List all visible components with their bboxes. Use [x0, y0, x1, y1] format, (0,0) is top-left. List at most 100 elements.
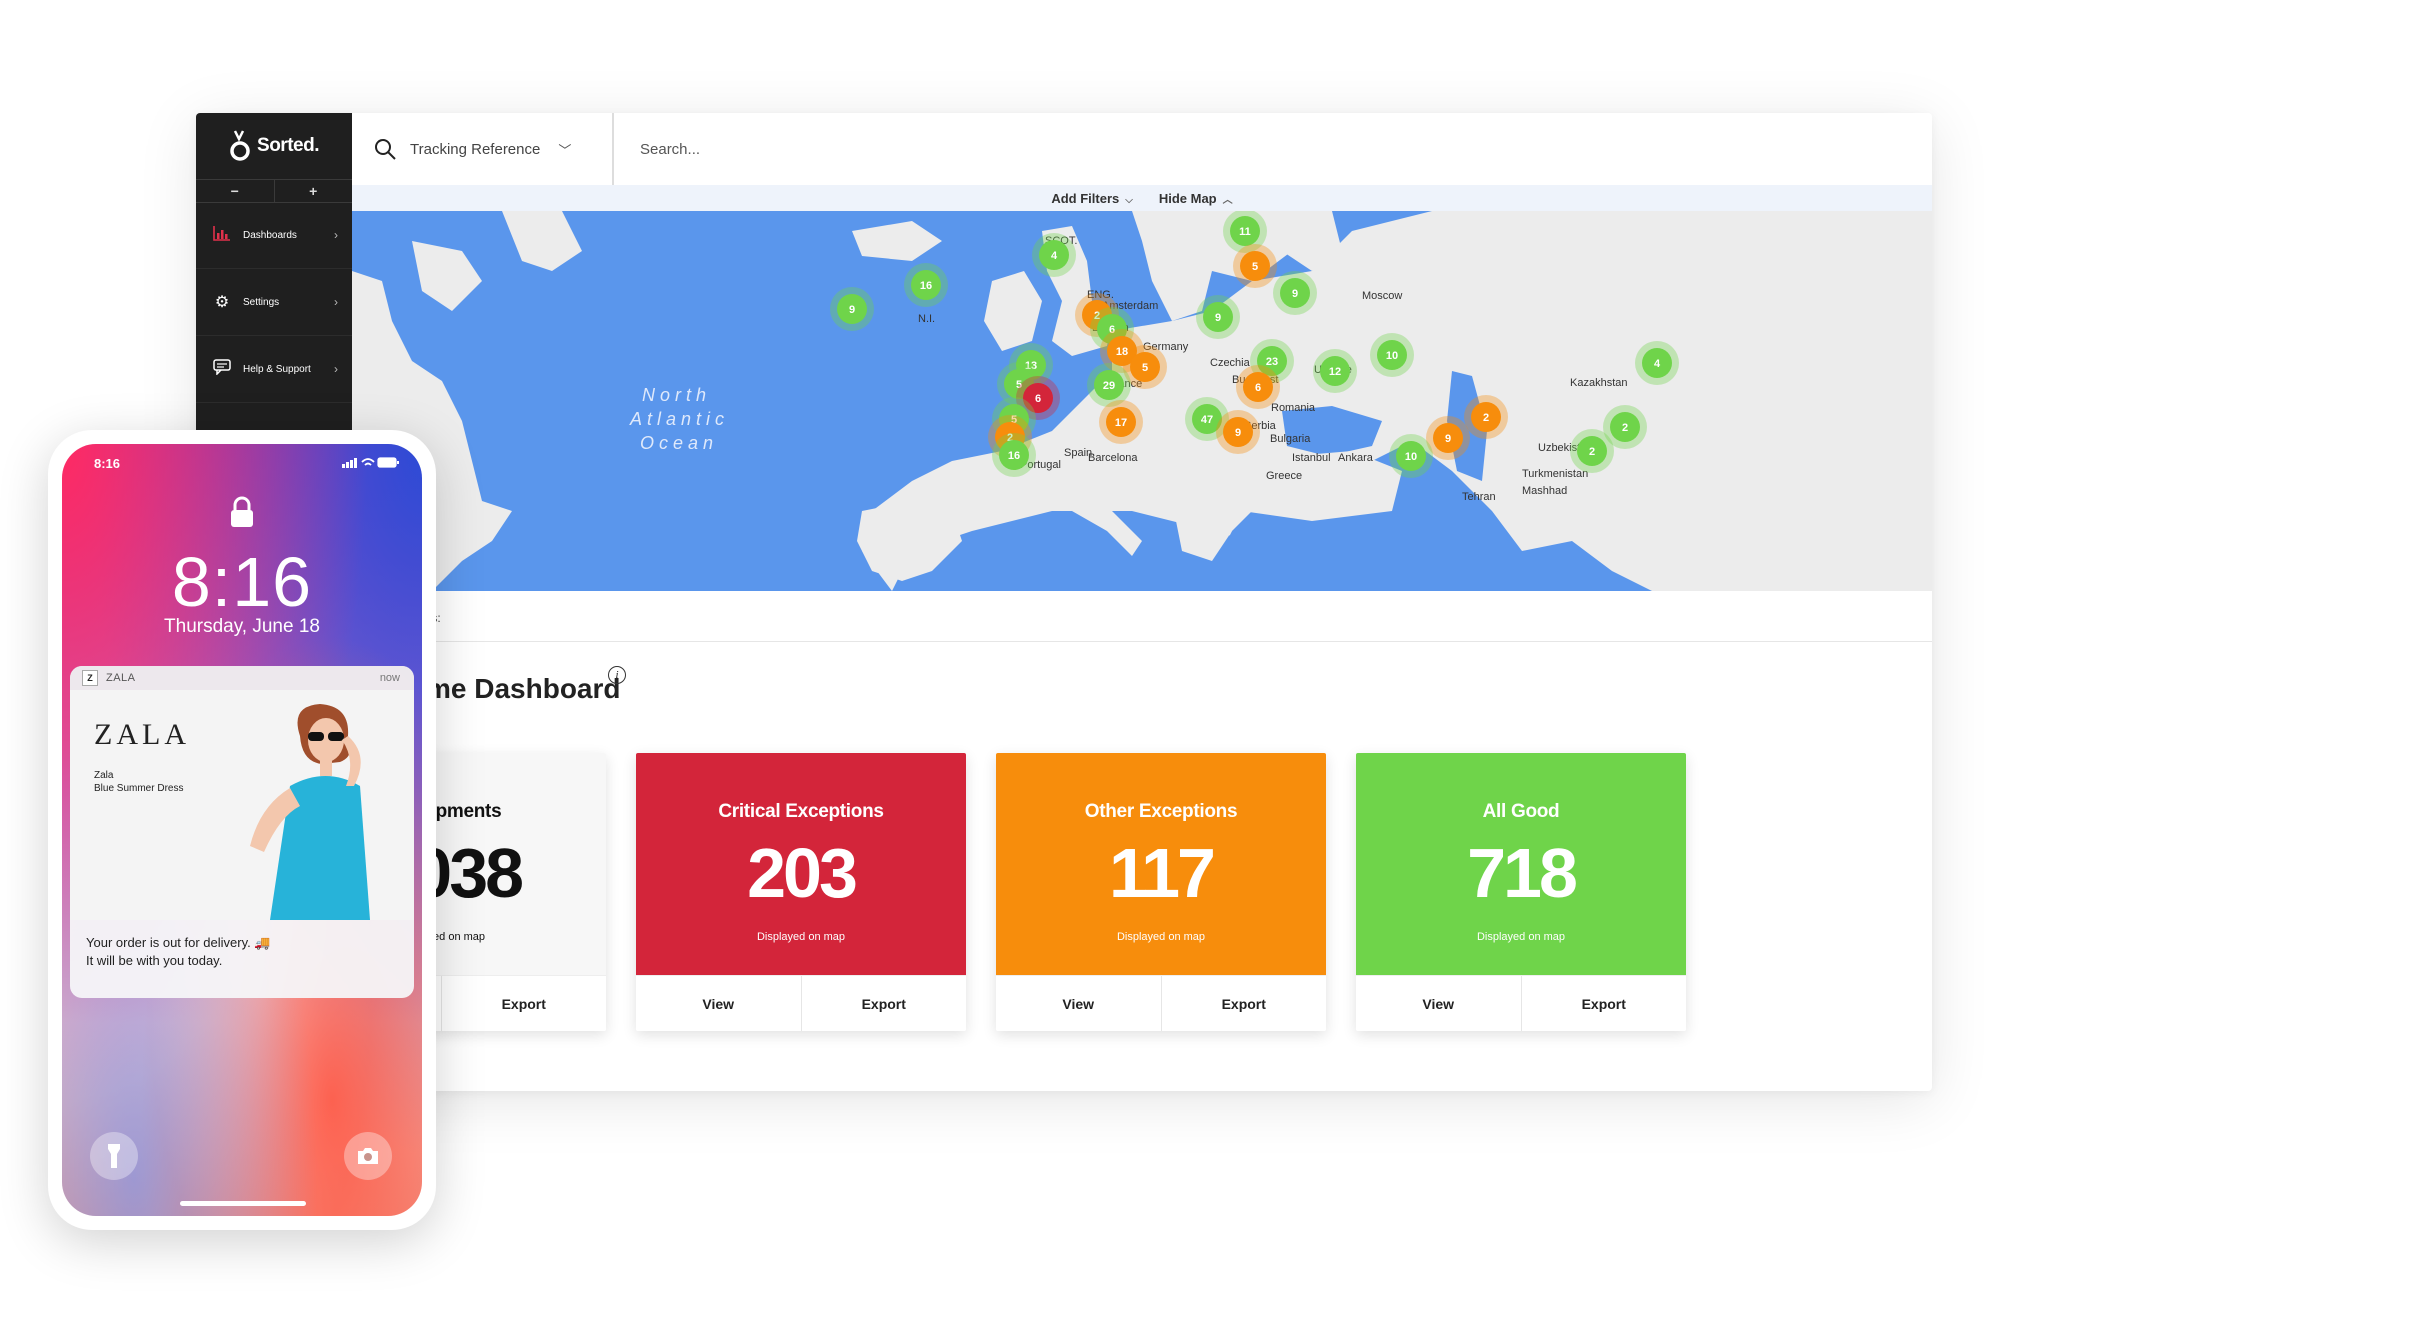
ocean-name-label: North: [642, 385, 711, 405]
map-cluster-marker[interactable]: 4: [1032, 233, 1076, 277]
shipments-map[interactable]: SCOT.N.I.ENG.LondonAmsterdamFranceGerman…: [352, 211, 1932, 591]
map-cluster-marker[interactable]: 9: [830, 287, 874, 331]
map-cluster-marker[interactable]: 9: [1196, 295, 1240, 339]
cluster-count: 4: [1654, 358, 1661, 370]
notification-line-1: Your order is out for delivery. 🚚: [86, 935, 271, 950]
summary-card-critical-exceptions: Critical Exceptions 203 Displayed on map…: [636, 753, 966, 1031]
search-icon: [375, 139, 396, 160]
cluster-count: 16: [1008, 450, 1020, 462]
card-subtitle: Displayed on map: [756, 931, 846, 943]
phone-device: 8:16 8:16 Thursday, June 18 Z ZALA now Z…: [48, 430, 436, 1230]
export-button[interactable]: Export: [440, 976, 607, 1031]
hide-map-label: Hide Map: [1158, 190, 1217, 206]
view-button[interactable]: View: [996, 976, 1161, 1031]
map-cluster-marker[interactable]: 2: [1464, 395, 1508, 439]
export-button[interactable]: Export: [1520, 976, 1687, 1031]
notification-app-name: ZALA: [106, 672, 136, 684]
card-count: 117: [1109, 834, 1216, 912]
cluster-count: 9: [1445, 433, 1451, 445]
hide-map-button[interactable]: Hide Map ︿: [1159, 191, 1233, 206]
chevron-up-icon: ︿: [1222, 194, 1233, 206]
cluster-count: 10: [1386, 350, 1398, 362]
camera-button[interactable]: [344, 1132, 392, 1180]
card-title: All Good: [1482, 801, 1560, 822]
sidebar-item-dashboards[interactable]: Dashboards ›: [196, 202, 352, 269]
lock-icon: [231, 496, 253, 527]
map-place-label: Turkmenistan: [1522, 468, 1588, 480]
cluster-count: 5: [1142, 362, 1148, 374]
zoom-out-button[interactable]: −: [196, 180, 274, 202]
map-cluster-marker[interactable]: 10: [1370, 333, 1414, 377]
card-header: Critical Exceptions 203 Displayed on map: [636, 753, 966, 975]
cluster-count: 17: [1115, 417, 1127, 429]
map-canvas: SCOT.N.I.ENG.LondonAmsterdamFranceGerman…: [352, 211, 1932, 591]
sorted-logo[interactable]: Sorted.: [196, 113, 352, 179]
signal-wifi-battery-icon: [342, 455, 400, 472]
map-place-label: Tehran: [1462, 491, 1496, 503]
add-filters-label: Add Filters: [1051, 190, 1120, 206]
map-place-label: Barcelona: [1088, 452, 1138, 464]
card-title: Critical Exceptions: [718, 801, 884, 822]
view-button[interactable]: View: [1356, 976, 1521, 1031]
chevron-down-icon: ⌵: [1125, 194, 1133, 206]
map-cluster-marker[interactable]: 6: [1236, 365, 1280, 409]
sidebar-item-label: Settings: [243, 296, 280, 308]
sidebar-item-label: Help & Support: [243, 363, 311, 375]
cluster-count: 11: [1239, 226, 1251, 238]
product-brand: Zala: [94, 770, 114, 781]
active-filters-bar: ilters:: [352, 591, 1932, 642]
delivery-notification[interactable]: Z ZALA now ZALA Zala Blue Summer Dress Y…: [70, 666, 414, 998]
cluster-count: 2: [1589, 446, 1595, 458]
export-button[interactable]: Export: [800, 976, 967, 1031]
map-place-label: Istanbul: [1292, 452, 1331, 464]
zoom-in-button[interactable]: +: [273, 180, 353, 202]
notification-line-2: It will be with you today.: [86, 953, 223, 968]
map-cluster-marker[interactable]: 9: [1216, 410, 1260, 454]
map-cluster-marker[interactable]: 16: [992, 433, 1036, 477]
filter-bar: Add Filters ⌵ Hide Map ︿: [352, 185, 1932, 211]
map-cluster-marker[interactable]: 12: [1313, 349, 1357, 393]
tracking-reference-dropdown[interactable]: Tracking Reference ﹀: [352, 113, 614, 185]
cluster-count: 29: [1103, 380, 1115, 392]
map-cluster-marker[interactable]: 10: [1389, 434, 1433, 478]
camera-icon: [358, 1148, 378, 1164]
view-button[interactable]: View: [636, 976, 801, 1031]
cluster-count: 12: [1329, 366, 1341, 378]
map-cluster-marker[interactable]: 17: [1099, 400, 1143, 444]
map-cluster-marker[interactable]: 9: [1273, 271, 1317, 315]
map-place-label: Greece: [1266, 470, 1302, 482]
summary-card-all-good: All Good 718 Displayed on map View Expor…: [1356, 753, 1686, 1031]
map-cluster-marker[interactable]: 16: [904, 263, 948, 307]
map-place-label: Ankara: [1338, 452, 1374, 464]
cluster-count: 9: [1292, 288, 1298, 300]
cluster-count: 5: [1252, 261, 1258, 273]
map-cluster-marker[interactable]: 2: [1570, 429, 1614, 473]
cluster-count: 2: [1622, 422, 1628, 434]
bar-chart-icon: [211, 225, 233, 246]
flashlight-button[interactable]: [90, 1132, 138, 1180]
sidebar-item-settings[interactable]: ⚙ Settings ›: [196, 269, 352, 336]
top-bar: Tracking Reference ﹀: [352, 113, 1932, 186]
map-cluster-marker[interactable]: 4: [1635, 341, 1679, 385]
logo-text: Sorted.: [257, 135, 319, 156]
map-place-label: Kazakhstan: [1570, 377, 1627, 389]
export-button[interactable]: Export: [1160, 976, 1327, 1031]
map-place-label: Spain: [1064, 447, 1092, 459]
cluster-count: 6: [1035, 393, 1041, 405]
home-indicator[interactable]: [180, 1201, 306, 1206]
card-subtitle: Displayed on map: [1476, 931, 1566, 943]
cluster-count: 23: [1266, 356, 1278, 368]
search-input[interactable]: [638, 139, 1042, 159]
map-cluster-marker[interactable]: 5: [1233, 244, 1277, 288]
notification-time: now: [379, 672, 400, 684]
sidebar-item-help-support[interactable]: Help & Support ›: [196, 336, 352, 403]
notification-message: Your order is out for delivery. 🚚 It wil…: [70, 920, 414, 970]
status-bar: 8:16: [62, 444, 422, 484]
card-count: 718: [1467, 834, 1578, 912]
cluster-count: 9: [849, 304, 855, 316]
info-icon[interactable]: i: [608, 666, 626, 684]
add-filters-button[interactable]: Add Filters ⌵: [1051, 191, 1133, 206]
product-image: ZALA Zala Blue Summer Dress: [70, 690, 414, 920]
map-place-label: Romania: [1271, 402, 1316, 414]
chevron-down-icon: ﹀: [558, 142, 572, 158]
